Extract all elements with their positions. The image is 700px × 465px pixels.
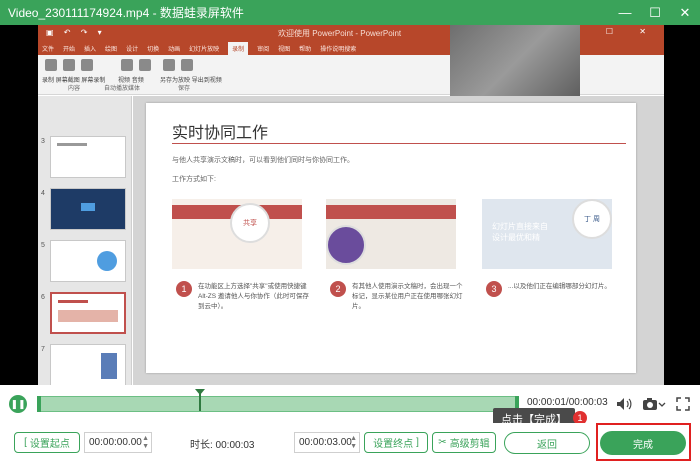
playhead[interactable] (195, 389, 205, 411)
slide-thumbnail (50, 344, 126, 385)
save-show-icon (163, 59, 175, 71)
thumb-number: 4 (41, 190, 45, 197)
thumb-number: 5 (41, 242, 45, 249)
ribbon-group-media: 视频 音频 (118, 59, 154, 84)
audio-icon (139, 59, 151, 71)
ribbon-item: 导出到视频 (191, 78, 222, 84)
camera-icon[interactable] (642, 397, 666, 414)
user-avatar-icon (326, 225, 366, 265)
done-button[interactable]: 完成 (600, 431, 686, 455)
slide-line: 工作方式如下: (172, 176, 216, 183)
slide-picture-text: 幻灯片直接来自 设计最优和精 (492, 222, 548, 242)
back-button[interactable]: 返回 (504, 432, 590, 454)
slide-rule (172, 143, 626, 144)
thumb-number: 3 (41, 138, 45, 145)
fullscreen-icon[interactable] (676, 397, 690, 414)
start-time-field[interactable]: 00:00:00.00 ▲ ▼ (84, 432, 152, 453)
ribbon-group-save: 另存为放映 导出到视频 (160, 59, 222, 84)
set-end-label: 设置终点 (373, 439, 414, 450)
maximize-button[interactable]: ☐ (640, 0, 670, 25)
slide-thumbnails: 3 4 5 6 7 8 (38, 96, 132, 385)
slide-thumbnail (50, 240, 126, 282)
volume-icon[interactable] (616, 397, 632, 414)
ppt-window-title: 欢迎使用 PowerPoint - PowerPoint (278, 29, 402, 38)
video-icon (121, 59, 133, 71)
slide-picture-share: 共享 (172, 199, 302, 269)
edit-controls: [ 设置起点 00:00:00.00 ▲ ▼ 时长: 00:00:03 00:00… (0, 423, 700, 465)
thumb-number: 7 (41, 346, 45, 353)
ppt-tab: 切换 (147, 47, 160, 53)
pause-button[interactable]: ❚❚ (9, 395, 27, 413)
ribbon-group-label: 自动播放媒体 (104, 86, 141, 92)
duration-label: 时长: 00:00:03 (190, 440, 255, 451)
ppt-tab: 设计 (126, 47, 139, 53)
ppt-tab-active: 录制 (228, 42, 249, 55)
slide-thumbnail-selected (50, 292, 126, 334)
bracket-right-icon: ] (416, 437, 419, 448)
screenshot-icon (63, 59, 75, 71)
spinner-icon[interactable]: ▲ ▼ (350, 435, 357, 451)
slide-picture-collab (326, 199, 456, 269)
recorded-screen: ▣ ↶ ↷ ▾ 欢迎使用 PowerPoint - PowerPoint — ☐… (38, 25, 664, 385)
set-end-button[interactable]: 设置终点 ] (364, 432, 428, 453)
set-start-label: 设置起点 (29, 439, 70, 450)
close-button[interactable]: ✕ (670, 0, 700, 25)
advanced-edit-label: 高级剪辑 (449, 439, 490, 450)
minimize-button[interactable]: — (610, 0, 640, 25)
ribbon-item: 录制 (42, 78, 55, 84)
ribbon-group-content: 录制 屏幕截图 屏幕录制 (42, 59, 105, 84)
screen-record-icon (81, 59, 93, 71)
ppt-tab: 动画 (168, 47, 181, 53)
ribbon-group-label: 内容 (68, 86, 81, 92)
slide-thumbnail (50, 136, 126, 178)
webcam-overlay (450, 25, 580, 101)
timeline-track[interactable] (37, 396, 519, 412)
ppt-window-controls: — ☐ ✕ (571, 27, 658, 36)
video-preview[interactable]: ▣ ↶ ↷ ▾ 欢迎使用 PowerPoint - PowerPoint — ☐… (0, 25, 700, 385)
ribbon-item: 屏幕录制 (81, 78, 106, 84)
ppt-tab: 视图 (278, 47, 291, 53)
timecode: 00:00:01/00:00:03 (527, 397, 608, 408)
share-callout: 共享 (230, 203, 270, 243)
ppt-tab: 插入 (84, 47, 97, 53)
slide: 实时协同工作 与他人共享演示文稿时，可以看到他们同时与你协同工作。 工作方式如下… (146, 103, 636, 373)
title-bar: Video_230111174924.mp4 - 数据蛙录屏软件 — ☐ ✕ (0, 0, 700, 25)
set-start-button[interactable]: [ 设置起点 (14, 432, 80, 453)
ppt-tab: 审阅 (257, 47, 270, 53)
pause-icon: ❚❚ (10, 398, 26, 409)
ppt-quick-access: ▣ ↶ ↷ ▾ (46, 28, 106, 37)
spinner-icon[interactable]: ▲ ▼ (142, 435, 149, 451)
thumb-number: 6 (41, 294, 45, 301)
ppt-tab: 开始 (63, 47, 76, 53)
ribbon-group-label: 保存 (178, 86, 191, 92)
ppt-tab: 帮助 (299, 47, 312, 53)
bracket-left-icon: [ (24, 437, 27, 448)
slide-heading: 实时协同工作 (172, 125, 269, 142)
export-video-icon (181, 59, 193, 71)
record-icon (45, 59, 57, 71)
editor-tag: 丁 周 (572, 199, 612, 239)
slide-thumbnail (50, 188, 126, 230)
slide-picture-edit: 幻灯片直接来自 设计最优和精 丁 周 (482, 199, 612, 269)
slide-line: 与他人共享演示文稿时，可以看到他们同时与你协同工作。 (172, 157, 354, 164)
ppt-tab: 幻灯片放映 (189, 47, 220, 53)
trim-start-handle[interactable] (37, 396, 41, 412)
ppt-tab: 文件 (42, 47, 55, 53)
window-title: Video_230111174924.mp4 - 数据蛙录屏软件 (8, 6, 244, 20)
timeline-bar: ❚❚ 00:00:01/00:00:03 (0, 385, 700, 423)
end-time-field[interactable]: 00:00:03.00 ▲ ▼ (294, 432, 360, 453)
scissors-icon: ✂ (438, 437, 447, 448)
ppt-tab: 绘图 (105, 47, 118, 53)
ppt-tab: 操作说明搜索 (320, 47, 357, 53)
advanced-edit-button[interactable]: ✂ 高级剪辑 (432, 432, 496, 453)
